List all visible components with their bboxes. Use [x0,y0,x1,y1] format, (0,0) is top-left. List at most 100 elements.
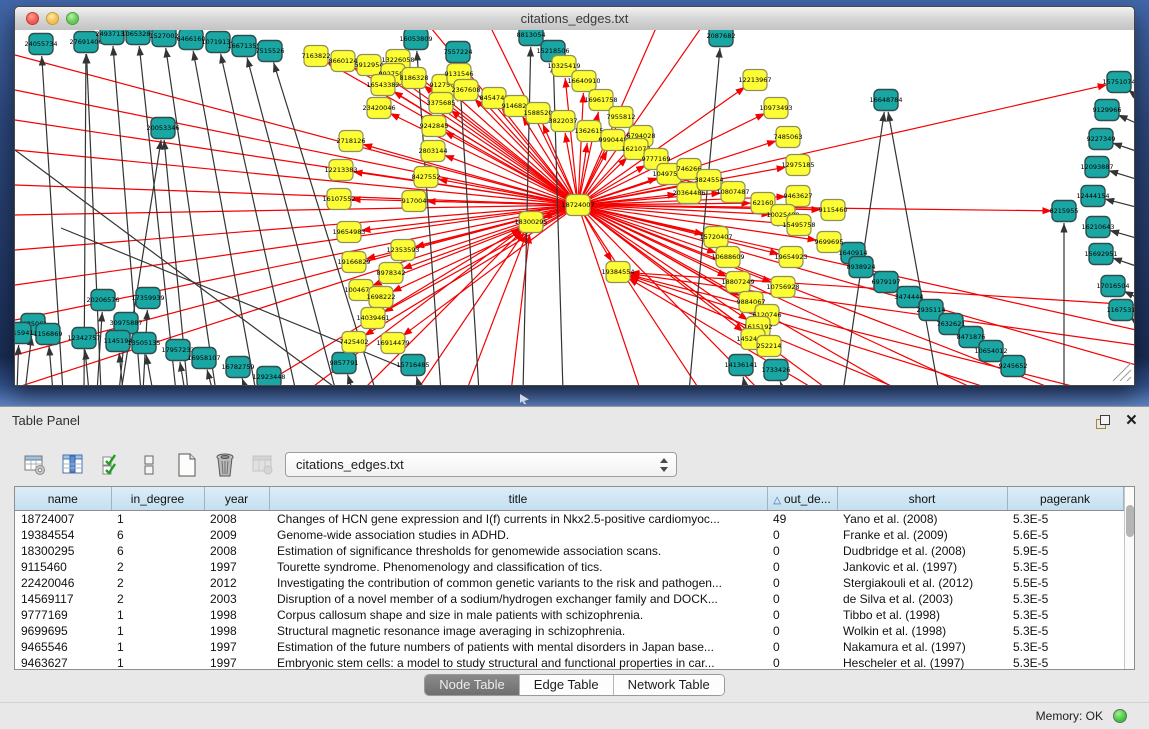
graph-edge[interactable] [578,205,779,254]
column-header-name[interactable]: name [15,487,111,511]
close-panel-icon[interactable]: × [1126,408,1137,434]
graph-edge[interactable] [1110,230,1134,238]
graph-edge[interactable] [49,346,53,385]
graph-node[interactable]: 252214 [757,336,782,357]
table-row[interactable]: 1938455462009Genome-wide association stu… [15,527,1123,543]
graph-node[interactable]: 20206576 [86,290,119,311]
table-row[interactable]: 2242004622012Investigating the contribut… [15,575,1123,591]
graph-node[interactable]: 16782759 [221,357,254,378]
graph-node[interactable]: 8660124 [329,51,358,72]
graph-node[interactable]: 16210643 [1081,217,1114,238]
table-row[interactable]: 946362711997Embryonic stem cells: a mode… [15,655,1123,671]
graph-node[interactable]: 19654923 [774,247,807,268]
graph-node[interactable]: 7485063 [774,127,803,148]
graph-node[interactable]: 10756928 [766,277,799,298]
table-row[interactable]: 969969511998Structural magnetic resonanc… [15,623,1123,639]
graph-edge[interactable] [1108,171,1134,179]
graph-node[interactable]: 12342757 [67,328,100,349]
graph-edge[interactable] [511,234,530,385]
graph-node[interactable]: 15751074 [1102,72,1134,93]
graph-edge[interactable] [1112,258,1134,266]
graph-node[interactable]: 10807487 [716,182,749,203]
graph-node[interactable]: 1698222 [367,287,396,308]
graph-node[interactable]: 7515526 [256,41,285,62]
graph-node[interactable]: 17359939 [131,288,164,309]
scrollbar-thumb[interactable] [1126,505,1134,537]
table-row[interactable]: 1872400712008Changes of HCN gene express… [15,511,1123,528]
graph-edge[interactable] [193,51,256,385]
tab-edge-table[interactable]: Edge Table [520,675,614,695]
graph-node[interactable]: 7163822 [302,46,331,67]
graph-node[interactable]: 12213967 [738,70,771,91]
graph-node[interactable]: 8427552 [412,167,441,188]
graph-node[interactable]: 7955812 [607,107,636,128]
graph-node[interactable]: 1733426 [762,360,791,381]
canvas-resize-grip[interactable] [1113,363,1131,381]
graph-edge[interactable] [15,205,578,215]
select-rows-icon[interactable] [98,452,124,478]
graph-node[interactable]: 10973493 [759,98,792,119]
graph-node[interactable]: 12923448 [252,367,285,386]
graph-edge[interactable] [221,54,296,385]
graph-edge[interactable] [780,381,784,385]
graph-node[interactable]: 12093887 [1080,157,1113,178]
graph-node[interactable]: 8938924 [847,257,876,278]
column-header-pagerank[interactable]: pagerank [1007,487,1123,511]
graph-node[interactable]: 20053346 [146,118,179,139]
graph-node[interactable]: 19166829 [337,252,370,273]
graph-node[interactable]: 2367608 [452,80,481,101]
graph-node[interactable]: 15716485 [396,355,429,376]
graph-node[interactable]: 13505135 [127,333,160,354]
graph-edge[interactable] [1112,143,1134,151]
graph-edge[interactable] [416,377,421,385]
graph-node[interactable]: 1156869 [34,324,63,345]
network-canvas[interactable]: 2405573427691406249371371065328715270026… [15,30,1134,385]
graph-node[interactable]: 12975185 [781,155,814,176]
graph-edge[interactable] [146,355,153,385]
graph-node[interactable]: 18724007 [561,195,594,216]
graph-node[interactable]: 9129966 [1093,100,1122,121]
graph-edge[interactable] [242,378,247,385]
column-header-short[interactable]: short [837,487,1007,511]
graph-node[interactable]: 9463627 [784,186,813,207]
row-layout-icon[interactable] [136,452,162,478]
graph-edge[interactable] [1118,115,1134,123]
graph-node[interactable]: 15720407 [699,227,732,248]
graph-node[interactable]: 16640910 [567,71,600,92]
graph-node[interactable]: 1167531 [1107,300,1134,321]
graph-node[interactable]: 2718126 [337,131,366,152]
graph-edge[interactable] [888,112,939,385]
graph-node[interactable]: 3822037 [549,111,578,132]
memory-indicator[interactable] [1113,709,1127,723]
graph-edge[interactable] [85,350,89,385]
graph-node[interactable]: 3375685 [427,93,456,114]
graph-node[interactable]: 1527002 [150,30,179,47]
table-row[interactable]: 1830029562008Estimation of significance … [15,543,1123,559]
graph-edge[interactable] [578,205,641,385]
graph-node[interactable]: 15692951 [1084,244,1117,265]
graph-node[interactable]: 12213383 [324,160,357,181]
graph-node[interactable]: 16914479 [376,333,409,354]
graph-node[interactable]: 7557224 [444,42,473,63]
graph-node[interactable]: 17016504 [1096,276,1129,297]
graph-node[interactable]: 9242845 [420,116,449,137]
graph-edge[interactable] [743,377,746,385]
graph-edge[interactable] [1105,199,1134,207]
graph-edge[interactable] [207,370,213,385]
graph-node[interactable]: 7425402 [340,332,369,353]
column-header-out_degree[interactable]: △out_de... [767,487,837,511]
graph-node[interactable]: 16107552 [322,189,355,210]
graph-node[interactable]: 9699695 [815,232,844,253]
graph-node[interactable]: 8978342 [377,263,406,284]
graph-node[interactable]: 6979197 [872,272,901,293]
graph-node[interactable]: 24055734 [24,34,57,55]
graph-edge[interactable] [166,48,216,385]
graph-node[interactable]: 16958107 [187,348,220,369]
graph-node[interactable]: 19384554 [601,262,634,283]
graph-node[interactable]: 3915941 [15,323,33,344]
table-row[interactable]: 946554611997Estimation of the future num… [15,639,1123,655]
show-columns-icon[interactable] [60,452,86,478]
graph-node[interactable]: 9227349 [1087,129,1116,150]
graph-node[interactable]: 14039461 [356,308,389,329]
graph-edge[interactable] [578,205,701,385]
